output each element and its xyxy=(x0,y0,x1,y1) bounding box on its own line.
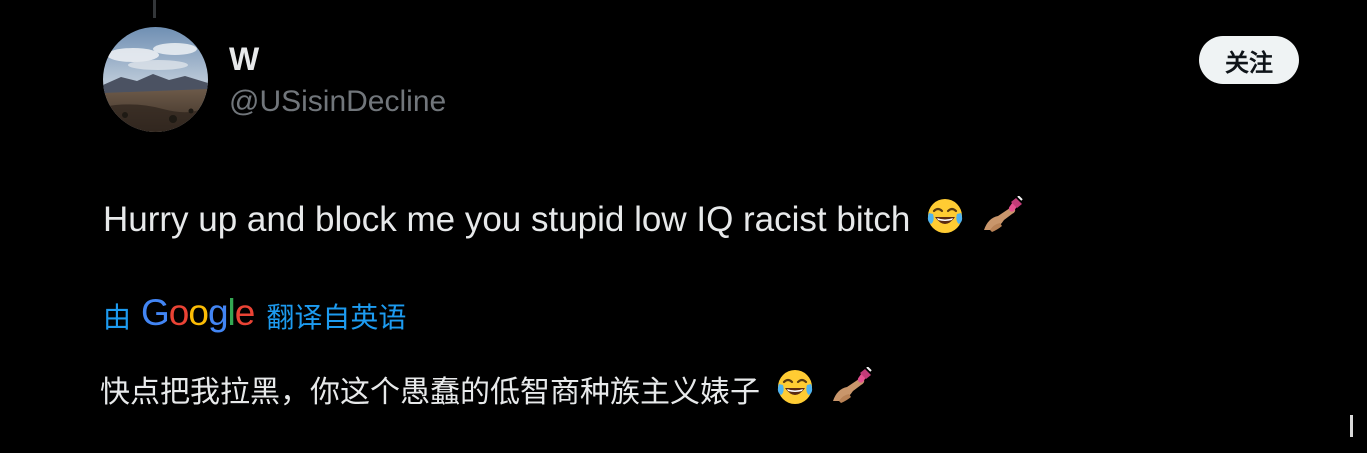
scrollbar-indicator xyxy=(1350,415,1353,437)
follow-button[interactable]: 关注 xyxy=(1199,36,1299,84)
google-logo-letter: o xyxy=(188,292,209,333)
avatar[interactable] xyxy=(103,27,208,132)
translate-suffix: 翻译自英语 xyxy=(266,301,407,334)
face-with-tears-of-joy-icon xyxy=(926,197,964,246)
display-name[interactable]: W xyxy=(229,41,259,77)
google-logo-letter: e xyxy=(234,292,256,333)
google-logo-letter: o xyxy=(168,292,190,333)
face-with-tears-of-joy-icon xyxy=(776,368,814,419)
translation-attribution[interactable]: 由 Google 翻译自英语 xyxy=(103,292,407,336)
user-handle[interactable]: @USisinDecline xyxy=(229,84,446,120)
google-logo-letter: g xyxy=(207,292,229,333)
nail-polish-icon xyxy=(980,195,1024,247)
translate-prefix: 由 xyxy=(103,301,132,334)
thread-connector-line xyxy=(153,0,156,18)
tweet-body: Hurry up and block me you stupid low IQ … xyxy=(103,195,1024,247)
google-logo-letter: l xyxy=(227,292,236,333)
tweet-text: Hurry up and block me you stupid low IQ … xyxy=(103,199,911,239)
nail-polish-icon xyxy=(829,366,873,420)
google-logo-letter: G xyxy=(141,292,170,333)
translated-text: 快点把我拉黑，你这个愚蠢的低智商种族主义婊子 xyxy=(100,375,760,410)
avatar-landscape-image xyxy=(103,27,208,132)
google-logo: Google xyxy=(141,292,256,334)
translated-tweet-body: 快点把我拉黑，你这个愚蠢的低智商种族主义婊子 xyxy=(100,366,873,420)
